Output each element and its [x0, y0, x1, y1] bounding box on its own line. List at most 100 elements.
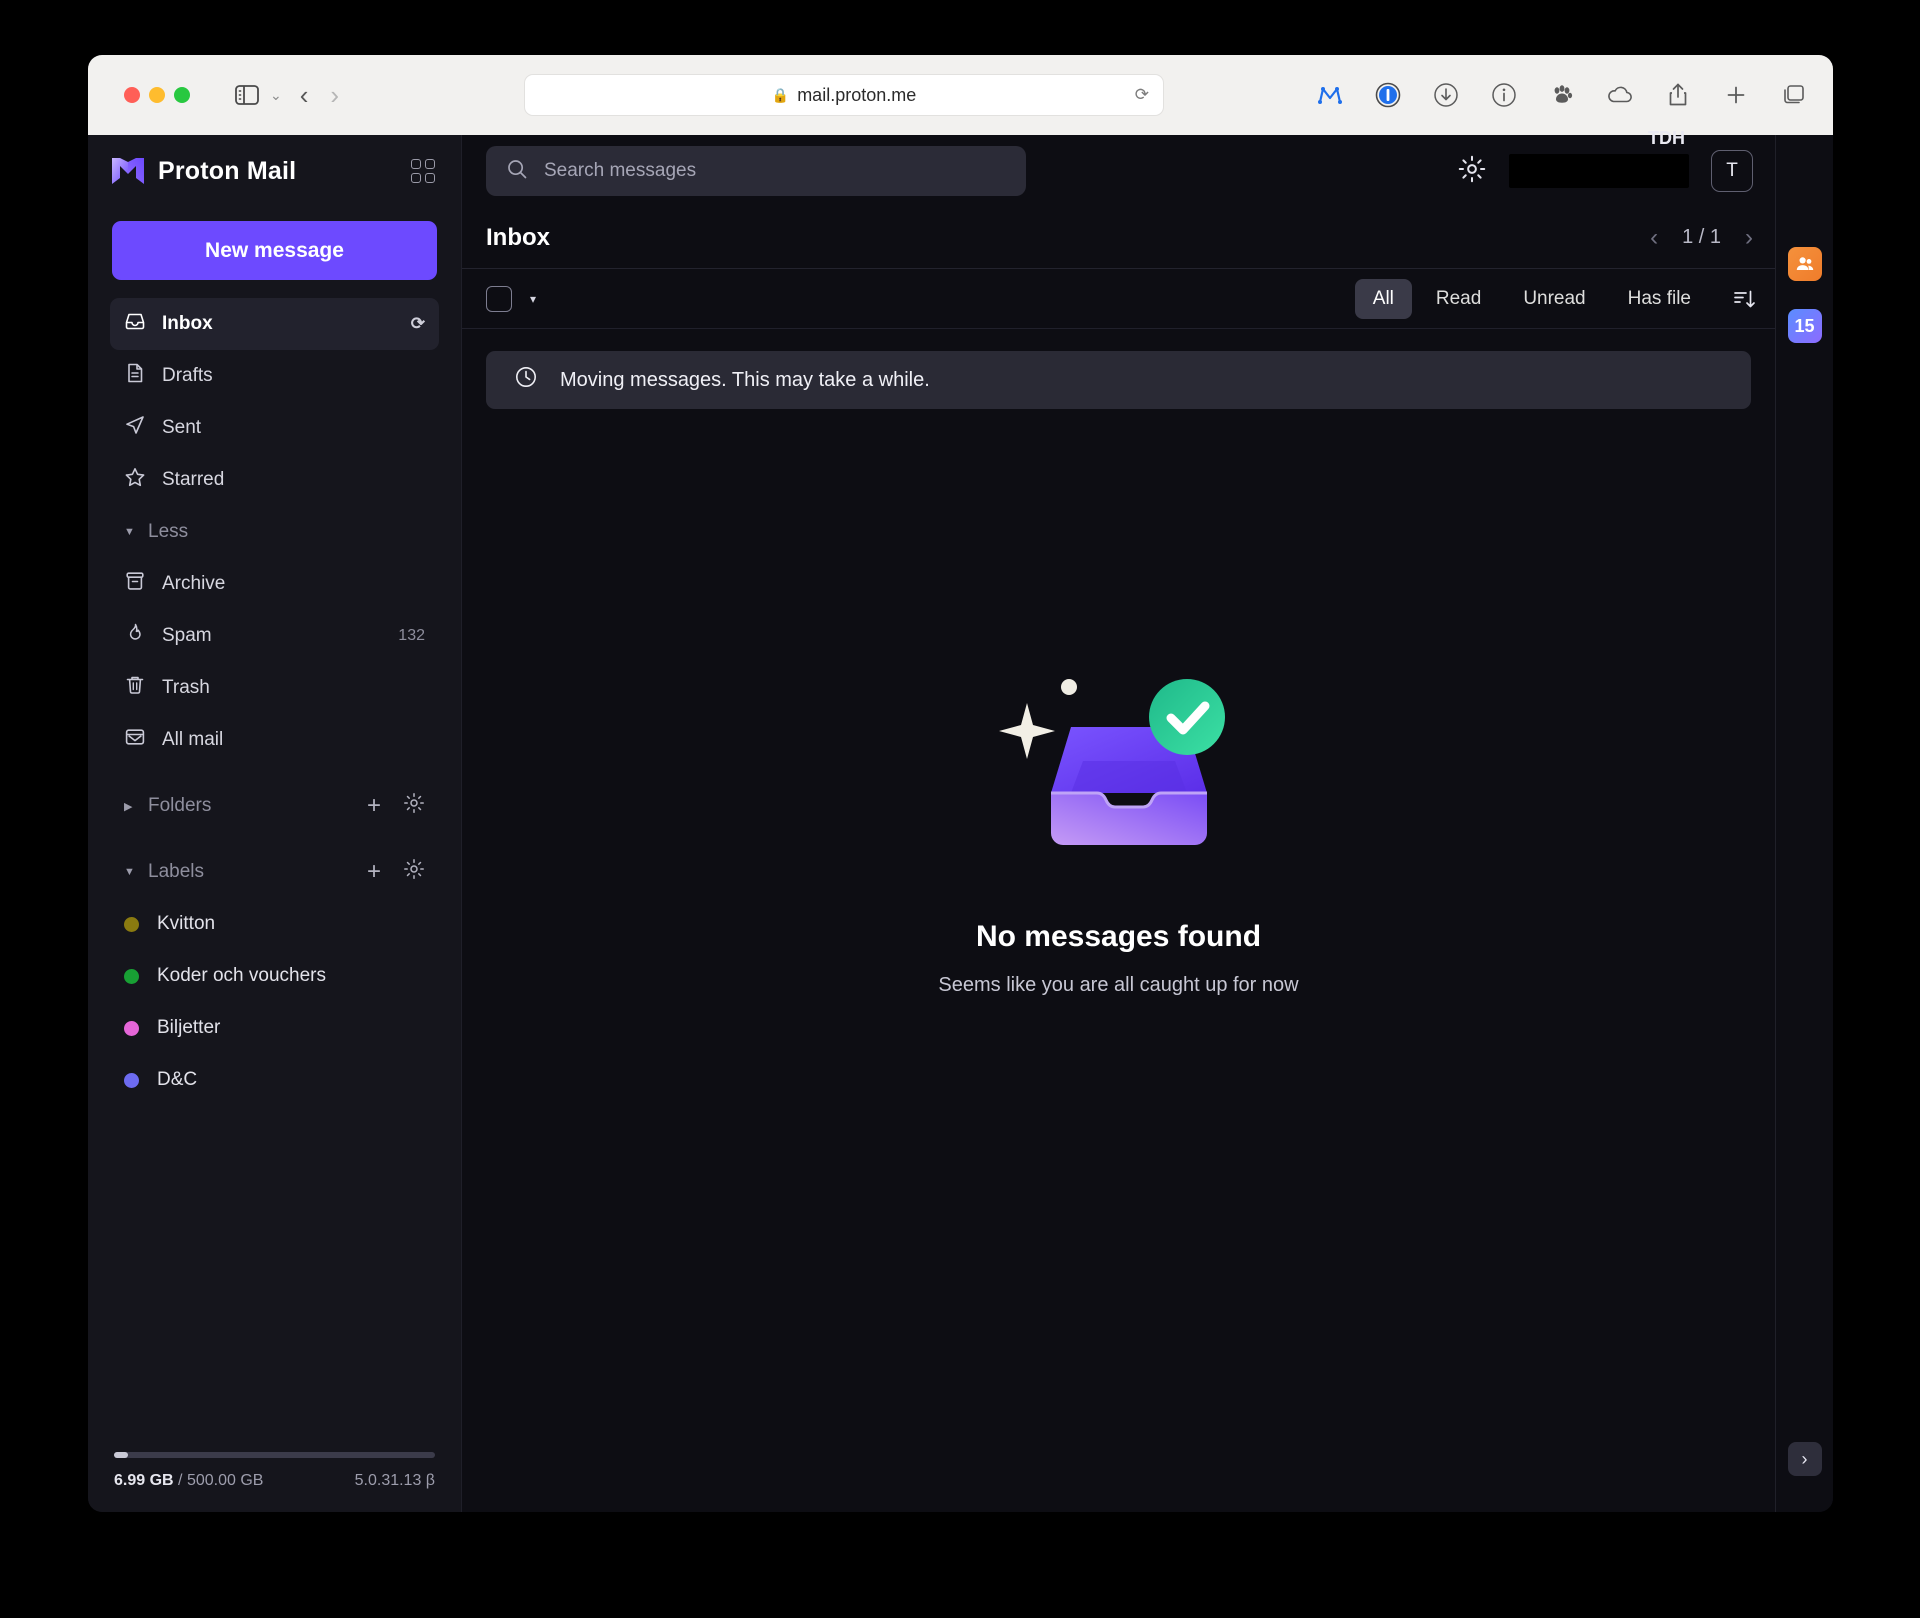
browser-extension-icons: [1315, 80, 1809, 110]
filter-read-button[interactable]: Read: [1418, 279, 1499, 319]
sidebar-item-starred[interactable]: Starred: [110, 454, 439, 506]
top-bar: Search messages TDH T: [462, 135, 1775, 207]
sidebar-label-biljetter[interactable]: Biljetter: [110, 1002, 439, 1054]
sidebar-folders-section[interactable]: ▶ Folders +: [110, 780, 439, 832]
downloads-icon[interactable]: [1431, 80, 1461, 110]
app-version: 5.0.31.13 β: [355, 1472, 435, 1490]
browser-toolbar: ⌄ ‹ › 🔒 mail.proton.me ⟳: [88, 55, 1833, 135]
sidebar-label-dc[interactable]: D&C: [110, 1054, 439, 1106]
labels-label: Labels: [148, 861, 204, 883]
sidebar-item-label: Sent: [162, 417, 201, 439]
select-all-dropdown-caret[interactable]: ▾: [530, 292, 536, 306]
chevron-down-icon[interactable]: ⌄: [270, 87, 282, 104]
label-color-swatch: [124, 1073, 139, 1088]
sidebar-less-toggle[interactable]: ▼ Less: [110, 506, 439, 558]
expand-rail-chevron-right-icon[interactable]: ›: [1788, 1442, 1822, 1476]
window-controls[interactable]: [124, 87, 190, 103]
labels-settings-gear-icon[interactable]: [403, 858, 425, 886]
next-page-button[interactable]: ›: [1745, 224, 1753, 252]
sort-descending-icon[interactable]: [1731, 286, 1757, 312]
sidebar-item-archive[interactable]: Archive: [110, 558, 439, 610]
storage-total: 500.00 GB: [187, 1472, 264, 1489]
main-content: Search messages TDH T Inbox: [462, 135, 1775, 1512]
right-rail: 15 ›: [1775, 135, 1833, 1512]
page-title: Inbox: [486, 224, 550, 252]
back-arrow-icon[interactable]: ‹: [300, 82, 309, 108]
filter-has-file-button[interactable]: Has file: [1610, 279, 1709, 319]
filter-all-button[interactable]: All: [1355, 279, 1412, 319]
sidebar-labels-section[interactable]: ▼ Labels +: [110, 846, 439, 898]
mailspring-extension-icon[interactable]: [1315, 80, 1345, 110]
forward-arrow-icon[interactable]: ›: [330, 82, 339, 108]
1password-extension-icon[interactable]: [1373, 80, 1403, 110]
sidebar-item-label: All mail: [162, 729, 223, 751]
sidebar-label-kvitton[interactable]: Kvitton: [110, 898, 439, 950]
add-folder-button[interactable]: +: [367, 794, 381, 818]
status-banner-text: Moving messages. This may take a while.: [560, 369, 930, 392]
sidebar-item-label: Spam: [162, 625, 212, 647]
gear-icon[interactable]: [1457, 154, 1487, 189]
chevron-down-icon: ▼: [124, 866, 136, 878]
info-icon[interactable]: [1489, 80, 1519, 110]
paw-extension-icon[interactable]: [1547, 80, 1577, 110]
tab-overview-icon[interactable]: [1779, 80, 1809, 110]
sidebar-item-label: Archive: [162, 573, 225, 595]
sidebar-item-trash[interactable]: Trash: [110, 662, 439, 714]
reload-icon[interactable]: ⟳: [1135, 85, 1149, 105]
pagination: ‹ 1 / 1 ›: [1650, 224, 1753, 252]
sidebar-item-drafts[interactable]: Drafts: [110, 350, 439, 402]
sidebar-label-koder-och-vouchers[interactable]: Koder och vouchers: [110, 950, 439, 1002]
share-icon[interactable]: [1663, 80, 1693, 110]
proton-calendar-widget-button[interactable]: 15: [1788, 309, 1822, 343]
storage-separator: /: [178, 1472, 182, 1489]
storage-used: 6.99 GB: [114, 1472, 174, 1489]
status-banner: Moving messages. This may take a while.: [486, 351, 1751, 409]
url-text: mail.proton.me: [797, 85, 916, 106]
apps-grid-icon[interactable]: [411, 159, 435, 183]
proton-contacts-widget-button[interactable]: [1788, 247, 1822, 281]
filter-bar: ▾ All Read Unread Has file: [462, 269, 1775, 329]
sidebar-header: Proton Mail: [88, 135, 461, 207]
navigation-arrows[interactable]: ‹ ›: [300, 82, 339, 108]
maximize-window-button[interactable]: [174, 87, 190, 103]
all-mail-icon: [124, 726, 146, 754]
filter-unread-button[interactable]: Unread: [1505, 279, 1603, 319]
empty-state-subtitle: Seems like you are all caught up for now: [938, 974, 1298, 997]
sidebar-item-label: Starred: [162, 469, 224, 491]
minimize-window-button[interactable]: [149, 87, 165, 103]
empty-state-title: No messages found: [976, 920, 1261, 954]
list-header: Inbox ‹ 1 / 1 ›: [462, 207, 1775, 269]
label-color-swatch: [124, 1021, 139, 1036]
avatar[interactable]: T: [1711, 150, 1753, 192]
brand-name: Proton Mail: [158, 157, 296, 186]
sidebar-item-all-mail[interactable]: All mail: [110, 714, 439, 766]
add-label-button[interactable]: +: [367, 860, 381, 884]
label-color-swatch: [124, 917, 139, 932]
sidebar-item-spam[interactable]: Spam 132: [110, 610, 439, 662]
account-email-redacted[interactable]: TDH: [1509, 154, 1689, 188]
trash-icon: [124, 674, 146, 702]
new-message-button[interactable]: New message: [112, 221, 437, 280]
spam-fire-icon: [124, 622, 146, 650]
select-all-checkbox[interactable]: [486, 286, 512, 312]
refresh-icon[interactable]: ⟳: [411, 314, 425, 334]
top-bar-actions: TDH T: [1457, 150, 1753, 192]
folders-settings-gear-icon[interactable]: [403, 792, 425, 820]
sidebar-item-label: Trash: [162, 677, 210, 699]
prev-page-button[interactable]: ‹: [1650, 224, 1658, 252]
search-input[interactable]: Search messages: [486, 146, 1026, 196]
spam-count: 132: [398, 627, 425, 645]
drafts-icon: [124, 362, 146, 390]
account-initials: TDH: [1648, 128, 1685, 149]
icloud-icon[interactable]: [1605, 80, 1635, 110]
close-window-button[interactable]: [124, 87, 140, 103]
new-tab-icon[interactable]: [1721, 80, 1751, 110]
address-bar[interactable]: 🔒 mail.proton.me ⟳: [524, 74, 1164, 116]
sidebar-toggle-icon[interactable]: [232, 80, 262, 110]
empty-inbox-illustration-icon: [991, 665, 1247, 886]
sent-icon: [124, 414, 146, 442]
filter-buttons: All Read Unread Has file: [1355, 279, 1757, 319]
sidebar-item-inbox[interactable]: Inbox ⟳: [110, 298, 439, 350]
sidebar-item-sent[interactable]: Sent: [110, 402, 439, 454]
label-name: Biljetter: [157, 1017, 220, 1039]
